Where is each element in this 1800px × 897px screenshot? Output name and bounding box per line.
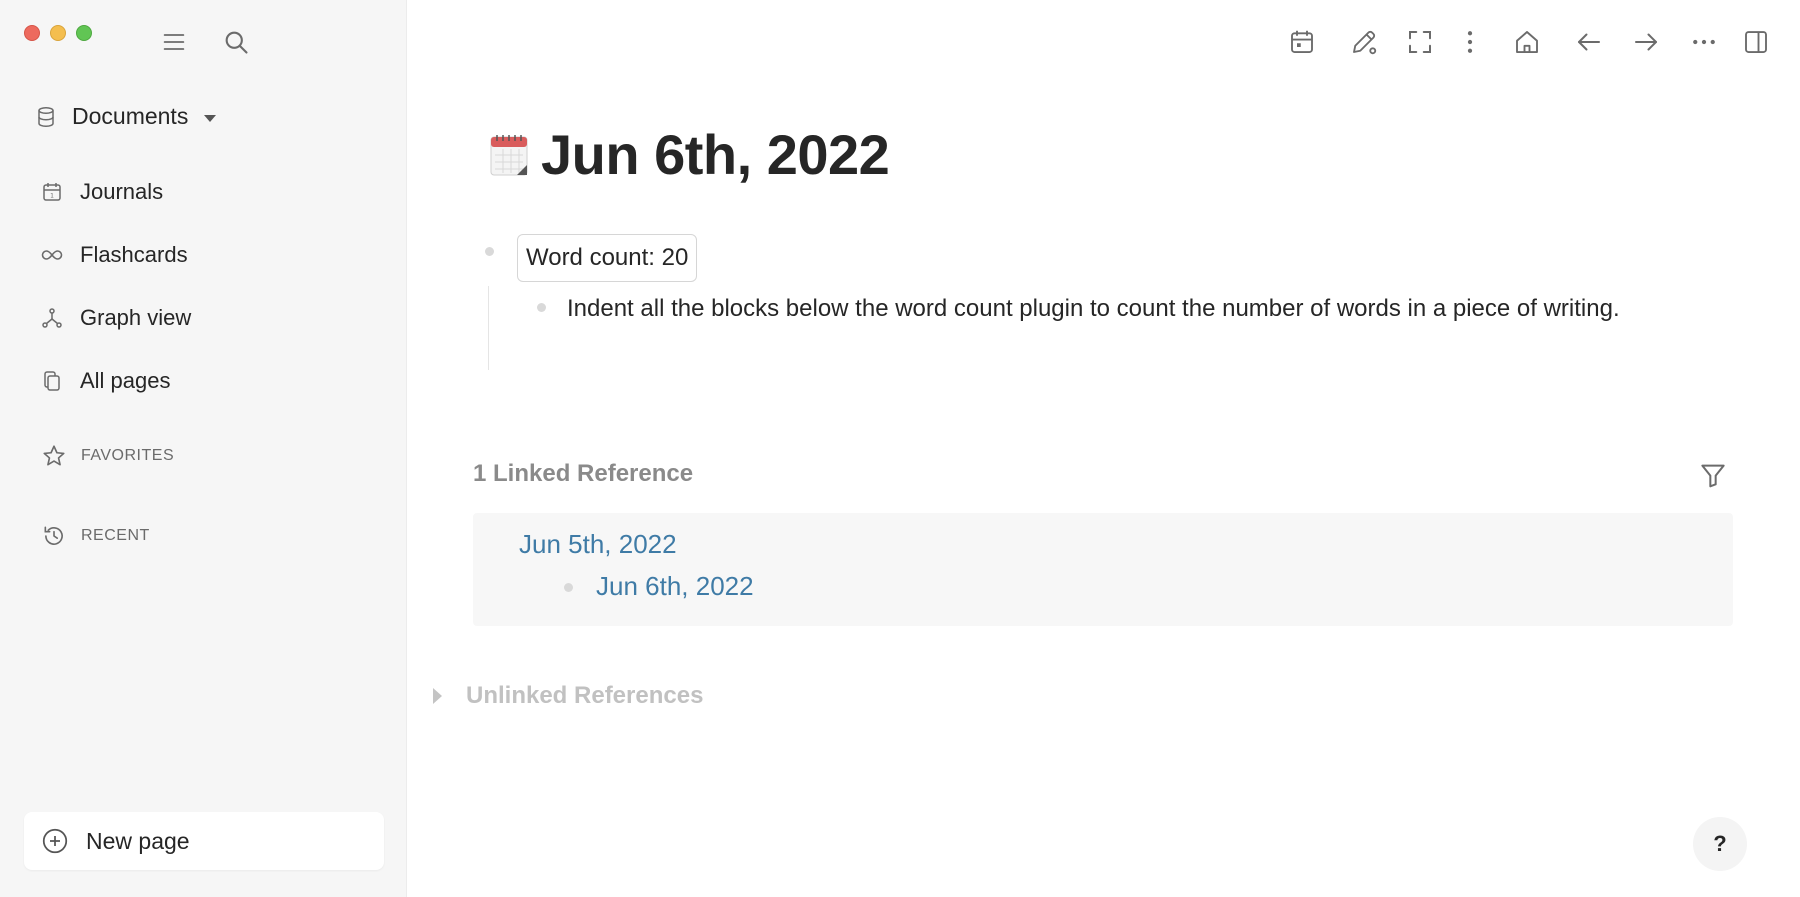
recent-label: RECENT: [81, 527, 150, 544]
recent-section[interactable]: RECENT: [41, 523, 150, 549]
calendar-emoji-icon: [489, 133, 529, 177]
sidebar-item-label: Journals: [80, 178, 164, 204]
sidebar-item-label: All pages: [80, 367, 171, 393]
linked-reference-card: Jun 5th, 2022 Jun 6th, 2022: [473, 513, 1733, 626]
star-icon: [43, 445, 65, 466]
graph-selector[interactable]: Documents: [34, 103, 217, 130]
close-window-button[interactable]: [24, 25, 40, 41]
more-vertical-icon[interactable]: [1450, 22, 1490, 62]
reference-page-link[interactable]: Jun 5th, 2022: [519, 529, 677, 560]
favorites-label: FAVORITES: [81, 447, 175, 464]
forward-arrow-icon[interactable]: [1626, 22, 1666, 62]
linked-references-header: 1 Linked Reference: [473, 460, 694, 487]
calendar-icon: 1: [43, 182, 61, 201]
sidebar-item-label: Graph view: [80, 304, 192, 330]
zoom-window-button[interactable]: [76, 25, 92, 41]
graph-icon: [42, 307, 62, 328]
main-content: Jun 6th, 2022 Word count: 20 Indent all …: [407, 0, 1800, 897]
database-icon: [38, 106, 54, 127]
sidebar-item-flashcards[interactable]: Flashcards: [40, 223, 370, 286]
block-instructions[interactable]: Indent all the blocks below the word cou…: [567, 290, 1687, 328]
reference-block-link[interactable]: Jun 6th, 2022: [596, 571, 754, 602]
new-page-label: New page: [86, 827, 190, 854]
minimize-window-button[interactable]: [50, 25, 66, 41]
more-horizontal-icon[interactable]: [1684, 22, 1724, 62]
history-icon: [44, 526, 63, 545]
search-icon[interactable]: [220, 26, 252, 58]
pencil-icon[interactable]: [1344, 22, 1384, 62]
sidebar-item-all-pages[interactable]: All pages: [40, 349, 370, 412]
sidebar-nav: 1 Journals Flashcards Graph view All pag…: [40, 160, 370, 412]
app-window: Documents 1 Journals Flashcards Graph vi…: [0, 0, 1800, 897]
home-icon[interactable]: [1507, 22, 1547, 62]
block-bullet[interactable]: [485, 247, 494, 256]
pages-icon: [44, 370, 60, 391]
plus-circle-icon: [42, 828, 68, 854]
unlinked-references-header: Unlinked References: [466, 682, 704, 709]
help-button[interactable]: ?: [1693, 817, 1747, 871]
traffic-lights: [24, 25, 92, 41]
back-arrow-icon[interactable]: [1569, 22, 1609, 62]
new-page-button[interactable]: New page: [24, 812, 384, 870]
calendar-icon[interactable]: [1282, 22, 1322, 62]
favorites-section[interactable]: FAVORITES: [41, 443, 174, 469]
page-title[interactable]: Jun 6th, 2022: [541, 122, 890, 187]
chevron-down-icon: [204, 114, 217, 122]
menu-icon[interactable]: [158, 26, 190, 58]
chevron-right-icon: [433, 688, 442, 704]
left-sidebar: Documents 1 Journals Flashcards Graph vi…: [0, 0, 407, 897]
block-thread-line: [488, 286, 489, 370]
infinity-icon: [41, 249, 63, 260]
block-bullet[interactable]: [537, 303, 546, 312]
unlinked-references-toggle[interactable]: Unlinked References: [433, 682, 703, 710]
filter-icon[interactable]: [1695, 457, 1731, 493]
fullscreen-icon[interactable]: [1400, 22, 1440, 62]
sidebar-item-graph-view[interactable]: Graph view: [40, 286, 370, 349]
graph-name: Documents: [72, 103, 189, 129]
sidebar-item-journals[interactable]: 1 Journals: [40, 160, 370, 223]
block-bullet[interactable]: [564, 583, 573, 592]
svg-text:1: 1: [50, 192, 54, 199]
sidebar-item-label: Flashcards: [80, 241, 188, 267]
right-sidebar-icon[interactable]: [1736, 22, 1776, 62]
page-title-row: Jun 6th, 2022: [489, 122, 890, 187]
block-word-count[interactable]: Word count: 20: [517, 234, 698, 282]
